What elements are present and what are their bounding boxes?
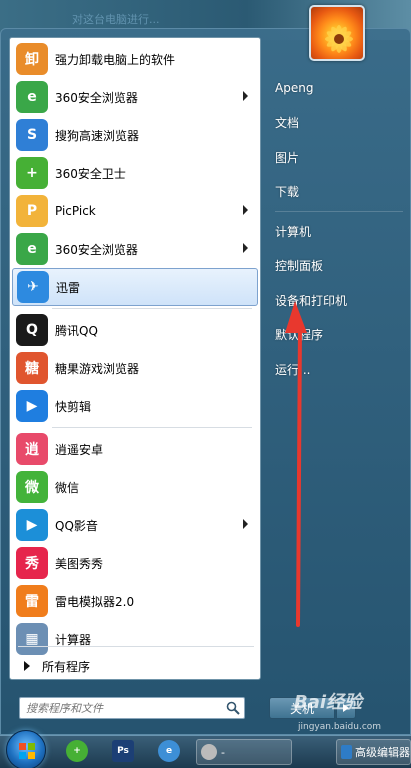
candy-browser-icon: 糖 (16, 352, 48, 384)
search-box[interactable] (19, 697, 245, 719)
programs-pane: 卸强力卸载电脑上的软件 e 360安全浏览器 S 搜狗高速浏览器 +360安全卫士 P Pic… (9, 37, 261, 680)
search-icon[interactable] (222, 698, 244, 718)
start-menu: 卸强力卸载电脑上的软件 e 360安全浏览器 S 搜狗高速浏览器 +360安全卫士 P Pic… (0, 5, 411, 735)
program-item[interactable]: e 360安全浏览器 (12, 230, 258, 268)
program-item[interactable]: ▶ 快剪辑 (12, 387, 258, 425)
program-item[interactable]: ▶ QQ影音 (12, 506, 258, 544)
program-label: QQ影音 (55, 518, 98, 533)
program-item[interactable]: 糖糖果游戏浏览器 (12, 349, 258, 387)
all-programs-label: 所有程序 (42, 659, 91, 674)
360-browser-icon: e (16, 233, 48, 265)
submenu-arrow-icon (243, 91, 248, 101)
editor-icon (341, 745, 352, 759)
program-item[interactable]: 逍逍遥安卓 (12, 430, 258, 468)
program-label: 360安全浏览器 (55, 90, 138, 105)
app-icon (201, 744, 217, 760)
program-label: 腾讯QQ (55, 323, 98, 338)
divider (18, 646, 254, 647)
program-item[interactable]: 雷雷电模拟器2.0 (12, 582, 258, 620)
program-item[interactable]: 微微信 (12, 468, 258, 506)
meitu-icon: 秀 (16, 547, 48, 579)
xiaoyao-icon: 逍 (16, 433, 48, 465)
program-label: 美图秀秀 (55, 556, 104, 571)
program-label: 搜狗高速浏览器 (55, 128, 140, 143)
program-item[interactable]: P PicPick (12, 192, 258, 230)
watermark-logo: Bai经验 (294, 692, 363, 713)
places-item[interactable]: 控制面板 (269, 249, 409, 284)
taskbar: + Ps e - 高级编辑器 (0, 730, 411, 768)
program-item[interactable]: ✈ 迅雷 (12, 268, 258, 306)
watermark-url: jingyan.baidu.com (298, 722, 382, 732)
program-item[interactable]: +360安全卫士 (12, 154, 258, 192)
program-label: 强力卸载电脑上的软件 (55, 52, 176, 67)
program-label: 雷电模拟器2.0 (55, 594, 135, 609)
program-label: 微信 (55, 480, 80, 495)
taskbar-window-2-label: 高级编辑器 (355, 746, 410, 759)
program-item[interactable]: S 搜狗高速浏览器 (12, 116, 258, 154)
taskbar-window-2[interactable]: 高级编辑器 (336, 739, 411, 765)
places-item[interactable]: 文档 (269, 106, 409, 141)
red-annotation-arrow (285, 301, 307, 627)
picpick-icon: P (16, 195, 48, 227)
program-item[interactable]: 卸强力卸载电脑上的软件 (12, 40, 258, 78)
xunlei-icon: ✈ (17, 271, 49, 303)
all-programs-button[interactable]: 所有程序 (14, 652, 254, 680)
submenu-arrow-icon (243, 243, 248, 253)
triangle-right-icon (24, 661, 30, 671)
places-item[interactable]: 计算机 (269, 214, 409, 249)
submenu-arrow-icon (243, 205, 248, 215)
divider (52, 308, 252, 309)
desktop-text: 对这台电脑进行... (72, 13, 160, 26)
program-label: 快剪辑 (55, 399, 92, 414)
kuaijianji-icon: ▶ (16, 390, 48, 422)
divider (52, 427, 252, 428)
submenu-arrow-icon (243, 519, 248, 529)
program-label: 360安全浏览器 (55, 242, 138, 257)
places-item[interactable]: 下载 (269, 175, 409, 210)
program-label: 逍遥安卓 (55, 442, 104, 457)
program-label: 计算器 (55, 632, 92, 647)
sogou-browser-icon: S (16, 119, 48, 151)
uninstall-icon: 卸 (16, 43, 48, 75)
program-item[interactable]: 秀美图秀秀 (12, 544, 258, 582)
program-label: PicPick (55, 204, 96, 218)
program-item[interactable]: Q 腾讯QQ (12, 311, 258, 349)
360-safe-taskbar-icon[interactable]: + (66, 740, 88, 762)
windows-logo-icon (19, 743, 35, 759)
wechat-icon: 微 (16, 471, 48, 503)
calculator-icon: ▦ (16, 623, 48, 655)
photoshop-taskbar-icon[interactable]: Ps (112, 740, 134, 762)
program-label: 360安全卫士 (55, 166, 126, 181)
divider (275, 211, 403, 212)
taskbar-window-1-label: - (221, 745, 225, 759)
search-input[interactable] (20, 701, 222, 715)
program-list: 卸强力卸载电脑上的软件 e 360安全浏览器 S 搜狗高速浏览器 +360安全卫士 P Pic… (12, 40, 258, 658)
360-browser-icon: e (16, 81, 48, 113)
browser-taskbar-icon[interactable]: e (158, 740, 180, 762)
360-safe-icon: + (16, 157, 48, 189)
user-avatar[interactable] (309, 5, 365, 61)
leidian-icon: 雷 (16, 585, 48, 617)
places-item[interactable]: 图片 (269, 140, 409, 175)
places-item[interactable]: Apeng (269, 71, 409, 106)
taskbar-window-1[interactable]: - (196, 739, 292, 765)
qqplayer-icon: ▶ (16, 509, 48, 541)
program-label: 迅雷 (56, 280, 81, 295)
start-button[interactable] (6, 730, 46, 768)
qq-icon: Q (16, 314, 48, 346)
program-label: 糖果游戏浏览器 (55, 361, 140, 376)
program-item[interactable]: e 360安全浏览器 (12, 78, 258, 116)
